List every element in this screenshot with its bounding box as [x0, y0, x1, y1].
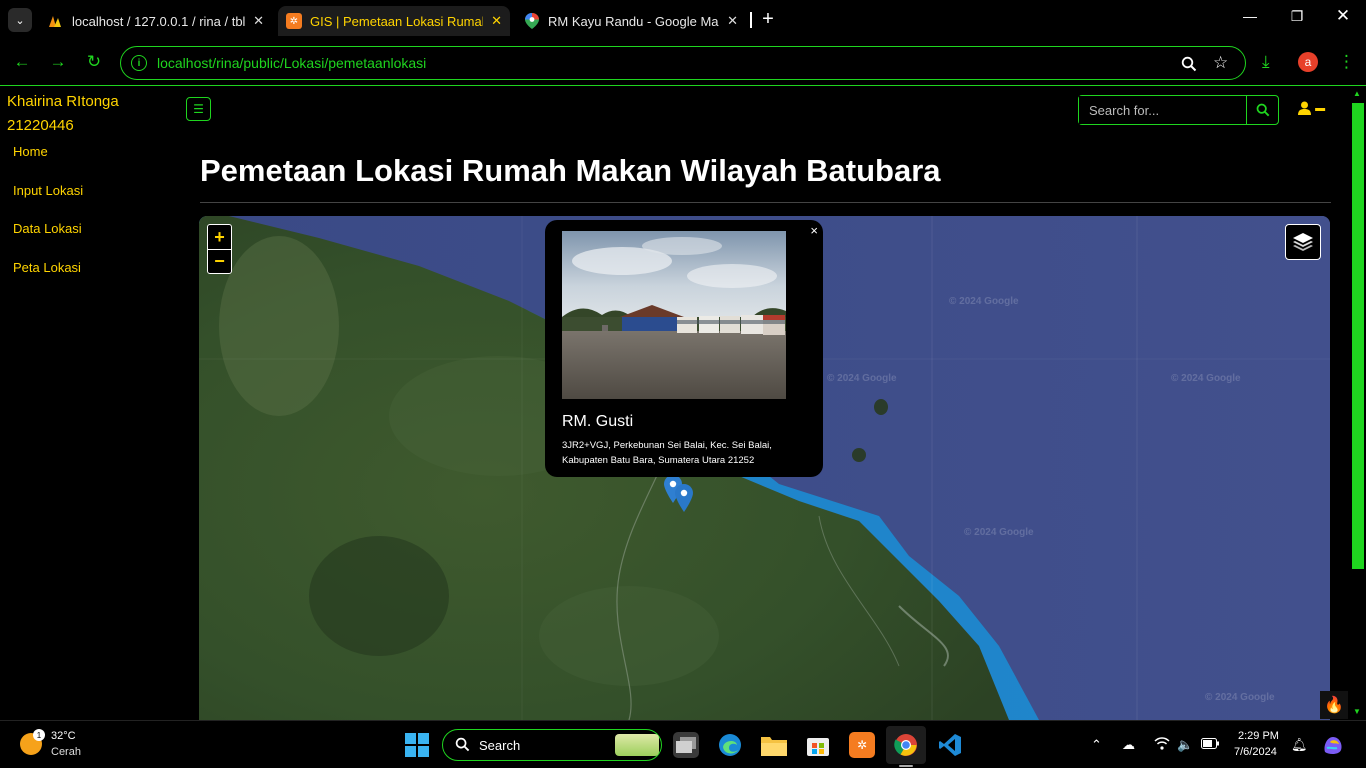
forward-icon[interactable]: → — [48, 52, 68, 72]
user-id: 21220446 — [7, 117, 74, 134]
windows-start-icon[interactable] — [405, 733, 429, 757]
search-highlight-icon — [615, 734, 659, 756]
map-watermark: © 2024 Google — [1205, 692, 1275, 703]
notification-bell-icon[interactable]: 🔔︎ — [1291, 737, 1308, 753]
map-watermark: © 2024 Google — [964, 527, 1034, 538]
sidebar-item-data-lokasi[interactable]: Data Lokasi — [13, 221, 82, 236]
chrome-icon[interactable] — [893, 732, 919, 758]
topbar-search — [1078, 95, 1279, 125]
battery-icon[interactable] — [1201, 737, 1219, 752]
clock-date[interactable]: 7/6/2024 — [1234, 746, 1277, 758]
layers-icon — [1293, 233, 1313, 251]
clock-time[interactable]: 2:29 PM — [1238, 730, 1279, 742]
edge-icon[interactable] — [717, 732, 743, 758]
tab-title: localhost / 127.0.0.1 / rina / tbl_ — [72, 13, 246, 29]
sidebar-item-input-lokasi[interactable]: Input Lokasi — [13, 183, 83, 198]
weather-badge: 1 — [33, 729, 45, 741]
user-name: Khairina RItonga — [7, 93, 119, 110]
zoom-control: + − — [207, 224, 232, 274]
tab-search-chevron-icon[interactable]: ⌄ — [8, 8, 32, 32]
browser-menu-icon[interactable]: ⋮ — [1338, 52, 1355, 72]
tab-gis-pemetaan[interactable]: ✲ GIS | Pemetaan Lokasi Rumah M ✕ — [278, 6, 510, 36]
map-watermark: © 2024 Google — [949, 296, 1019, 307]
divider — [200, 202, 1331, 203]
marker-popup: × RM. Gusti 3JR2+VGJ, Perkebunan Sei Bal… — [545, 220, 823, 477]
address-url: localhost/rina/public/Lokasi/pemetaanlok… — [157, 55, 427, 71]
browser-tab-bar: ⌄ localhost / 127.0.0.1 / rina / tbl_ ✕ … — [0, 0, 1366, 40]
address-bar[interactable]: i localhost/rina/public/Lokasi/pemetaanl… — [120, 46, 1246, 80]
onedrive-cloud-icon[interactable]: ☁ — [1122, 737, 1135, 753]
show-hidden-icons-chevron-icon[interactable]: ⌃ — [1091, 737, 1102, 753]
map-watermark: © 2024 Google — [827, 373, 897, 384]
taskbar-search[interactable]: Search — [442, 729, 662, 761]
scrollbar-thumb[interactable] — [1352, 103, 1364, 569]
zoom-search-icon[interactable] — [1181, 53, 1197, 77]
minimize-icon[interactable]: — — [1238, 8, 1262, 24]
sidebar-item-home[interactable]: Home — [13, 144, 48, 159]
tab-title: GIS | Pemetaan Lokasi Rumah M — [310, 13, 483, 29]
active-app-indicator — [899, 765, 913, 767]
tab-separator — [750, 12, 752, 28]
microsoft-store-icon[interactable] — [805, 732, 831, 758]
zoom-in-button[interactable]: + — [208, 225, 231, 249]
tab-phpmyadmin[interactable]: localhost / 127.0.0.1 / rina / tbl_ ✕ — [40, 6, 272, 36]
vscode-icon[interactable] — [937, 732, 963, 758]
reload-icon[interactable]: ↻ — [84, 52, 104, 72]
wifi-icon[interactable] — [1154, 737, 1170, 753]
close-window-icon[interactable]: ✕ — [1331, 6, 1355, 26]
site-info-icon[interactable]: i — [131, 55, 147, 71]
layers-button[interactable] — [1285, 224, 1321, 260]
weather-description[interactable]: Cerah — [51, 746, 81, 758]
copilot-icon[interactable] — [1322, 734, 1344, 759]
map-view[interactable]: © 2024 Google © 2024 Google © 2024 Googl… — [199, 216, 1330, 720]
user-icon — [1298, 101, 1315, 119]
page: Khairina RItonga 21220446 Home Input Lok… — [0, 87, 1366, 720]
download-icon[interactable]: ⤓ — [1262, 52, 1270, 72]
close-popup-icon[interactable]: × — [810, 223, 818, 238]
taskbar: 1 32°C Cerah Search ✲ ⌃ ☁ 🔈 2:29 PM 7/6/… — [0, 720, 1366, 768]
search-icon — [1256, 103, 1269, 117]
file-explorer-icon[interactable] — [761, 732, 787, 758]
map-watermark: © 2024 Google — [1171, 373, 1241, 384]
tab-google-maps[interactable]: RM Kayu Randu - Google Maps ✕ — [516, 6, 746, 36]
caret-down-icon: ▬ — [1315, 103, 1326, 114]
location-marker[interactable] — [675, 484, 693, 517]
sidebar-brand: Khairina RItonga 21220446 — [7, 90, 119, 138]
restore-icon[interactable]: ❐ — [1285, 8, 1309, 25]
volume-icon[interactable]: 🔈 — [1177, 737, 1193, 753]
search-button[interactable] — [1246, 96, 1278, 124]
restaurant-address: 3JR2+VGJ, Perkebunan Sei Balai, Kec. Sei… — [562, 440, 772, 466]
task-view-icon[interactable] — [673, 732, 699, 758]
hamburger-menu-icon[interactable]: ☰ — [186, 97, 211, 121]
search-input[interactable] — [1079, 96, 1246, 124]
flame-icon[interactable]: 🔥 — [1320, 691, 1348, 719]
close-tab-icon[interactable]: ✕ — [727, 13, 738, 29]
new-tab-icon[interactable]: + — [760, 8, 776, 31]
page-title: Pemetaan Lokasi Rumah Makan Wilayah Batu… — [200, 153, 941, 188]
xampp-icon[interactable]: ✲ — [849, 732, 875, 758]
profile-avatar[interactable]: a — [1298, 52, 1318, 72]
user-dropdown[interactable]: ▬ — [1298, 101, 1325, 119]
phpmyadmin-icon — [48, 13, 64, 29]
close-tab-icon[interactable]: ✕ — [491, 13, 502, 29]
restaurant-name: RM. Gusti — [562, 413, 634, 430]
back-icon[interactable]: ← — [12, 52, 32, 72]
search-icon — [455, 737, 470, 755]
tab-title: RM Kayu Randu - Google Maps — [548, 13, 720, 29]
bookmark-star-icon[interactable]: ☆ — [1213, 53, 1228, 73]
zoom-out-button[interactable]: − — [208, 249, 231, 273]
restaurant-photo — [562, 231, 786, 399]
sidebar-item-peta-lokasi[interactable]: Peta Lokasi — [13, 260, 81, 275]
browser-toolbar: ← → ↻ i localhost/rina/public/Lokasi/pem… — [0, 40, 1366, 86]
weather-temperature[interactable]: 32°C — [51, 730, 76, 742]
scroll-down-icon[interactable]: ▼ — [1353, 707, 1361, 716]
scroll-up-icon[interactable]: ▲ — [1353, 89, 1361, 98]
taskbar-search-label: Search — [479, 738, 521, 753]
google-maps-icon — [524, 13, 540, 29]
close-tab-icon[interactable]: ✕ — [253, 13, 264, 29]
xampp-icon: ✲ — [286, 13, 302, 29]
